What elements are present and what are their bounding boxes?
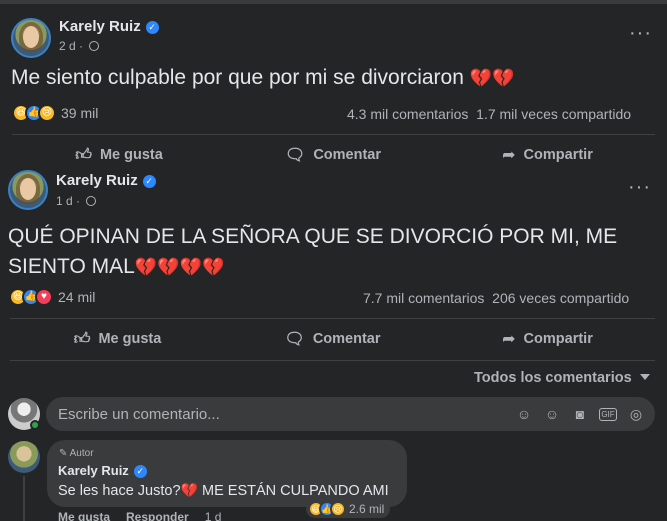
verified-badge-icon: ✓ bbox=[142, 175, 156, 188]
author-name[interactable]: Karely Ruiz ✓ bbox=[56, 172, 156, 189]
share-label: Compartir bbox=[523, 331, 593, 347]
post-stats: 7.7 mil comentarios 206 veces compartido bbox=[363, 290, 629, 306]
share-arrow-icon: ➦ bbox=[502, 147, 516, 164]
author-avatar[interactable] bbox=[11, 18, 51, 58]
sad-reaction-icon: 😢 bbox=[330, 501, 346, 517]
more-dots-icon[interactable]: ··· bbox=[629, 23, 652, 43]
comment-time[interactable]: 1 d bbox=[205, 510, 222, 521]
like-button[interactable]: 👍︎ Me gusta bbox=[12, 142, 226, 168]
more-dots-icon[interactable]: ··· bbox=[628, 177, 651, 197]
comment-input[interactable] bbox=[46, 397, 376, 431]
author-avatar[interactable] bbox=[8, 170, 48, 210]
globe-icon bbox=[86, 196, 97, 206]
broken-heart-emojis: 💔💔 bbox=[469, 68, 515, 88]
gif-icon[interactable]: GIF bbox=[599, 408, 617, 421]
post-actions: 👍︎ Me gusta 🗨︎ Comentar ➦ Compartir bbox=[10, 326, 655, 352]
share-arrow-icon: ➦ bbox=[502, 331, 516, 348]
post-1: Karely Ruiz ✓ 2 d · ··· Me siento culpabl… bbox=[0, 4, 667, 171]
comment-box-icons: ☺ ☺ ◙ GIF ◎ bbox=[515, 406, 645, 423]
love-reaction-icon: ♥ bbox=[35, 288, 53, 306]
commenter-name[interactable]: Karely Ruiz ✓ bbox=[58, 463, 147, 478]
post-actions: 👍︎ Me gusta 🗨︎ Comentar ➦ Compartir bbox=[12, 142, 655, 168]
emoji-icon[interactable]: ☺ bbox=[543, 406, 561, 423]
thread-line bbox=[23, 476, 25, 521]
author-name-text[interactable]: Karely Ruiz bbox=[59, 18, 141, 35]
verified-badge-icon: ✓ bbox=[133, 465, 147, 478]
speech-bubble-icon: 🗨︎ bbox=[285, 147, 306, 164]
comment-text-end: ME ESTÁN CULPANDO AMI bbox=[197, 483, 389, 499]
divider bbox=[10, 318, 655, 319]
divider bbox=[10, 360, 655, 361]
speech-bubble-icon: 🗨︎ bbox=[284, 331, 305, 348]
commenter-avatar[interactable] bbox=[8, 441, 40, 473]
comment-input-box: ☺ ☺ ◙ GIF ◎ bbox=[46, 397, 655, 431]
sticker-icon[interactable]: ◎ bbox=[627, 406, 645, 423]
comment-reply-button[interactable]: Responder bbox=[126, 510, 189, 521]
comments-count[interactable]: 7.7 mil comentarios bbox=[363, 290, 484, 306]
comment-text-start: Se les hace Justo? bbox=[58, 483, 181, 499]
comment-actions: Me gusta Responder 1 d bbox=[58, 510, 221, 521]
post-text-line-2-content: SIENTO MAL bbox=[8, 255, 135, 278]
reactions-summary[interactable]: 😆 👍 ♥ 24 mil bbox=[9, 288, 95, 306]
post-text: QUÉ OPINAN DE LA SEÑORA QUE SE DIVORCIÓ … bbox=[8, 222, 658, 282]
sort-label: Todos los comentarios bbox=[474, 370, 632, 386]
divider bbox=[12, 134, 655, 135]
thumbs-up-icon: 👍︎ bbox=[73, 330, 91, 348]
post-2: Karely Ruiz ✓ 1 d · ··· QUÉ OPINAN DE LA … bbox=[0, 170, 667, 360]
reactions-count[interactable]: 39 mil bbox=[61, 105, 98, 121]
comments-count[interactable]: 4.3 mil comentarios bbox=[347, 106, 468, 122]
camera-icon[interactable]: ◙ bbox=[571, 406, 589, 423]
author-badge-label: Autor bbox=[69, 448, 94, 459]
post-meta: 2 d · bbox=[59, 39, 100, 53]
chevron-down-icon bbox=[639, 374, 650, 380]
comment-like-button[interactable]: Me gusta bbox=[58, 510, 110, 521]
sad-reaction-icon: 😢 bbox=[38, 104, 56, 122]
shares-count[interactable]: 206 veces compartido bbox=[492, 290, 629, 306]
reactions-count[interactable]: 24 mil bbox=[58, 289, 95, 305]
comment-sort-dropdown[interactable]: Todos los comentarios bbox=[474, 370, 650, 386]
broken-heart-emoji: 💔 bbox=[180, 482, 198, 498]
commenter-name-text[interactable]: Karely Ruiz bbox=[58, 463, 129, 478]
comment-reactions[interactable]: 😆 👍 😢 2.6 mil bbox=[306, 500, 391, 518]
like-label: Me gusta bbox=[98, 331, 162, 347]
shares-count[interactable]: 1.7 mil veces compartido bbox=[476, 106, 631, 122]
pen-icon: ✎ bbox=[59, 448, 68, 459]
comment-button[interactable]: 🗨︎ Comentar bbox=[226, 142, 440, 168]
author-name[interactable]: Karely Ruiz ✓ bbox=[59, 18, 159, 35]
comment-text: Se les hace Justo?💔 ME ESTÁN CULPANDO AM… bbox=[58, 482, 389, 499]
share-button[interactable]: ➦ Compartir bbox=[440, 326, 655, 352]
post-text-content: Me siento culpable por que por mi se div… bbox=[11, 66, 464, 89]
comment-label: Comentar bbox=[313, 147, 381, 163]
post-time[interactable]: 2 d bbox=[59, 39, 76, 53]
comment-label: Comentar bbox=[312, 331, 381, 347]
comment-reactions-count: 2.6 mil bbox=[349, 502, 385, 516]
share-label: Compartir bbox=[523, 147, 593, 163]
avatar-sticker-icon[interactable]: ☺ bbox=[515, 406, 533, 423]
comment-button[interactable]: 🗨︎ Comentar bbox=[225, 326, 440, 352]
comments-section: Todos los comentarios ☺ ☺ ◙ GIF ◎ ✎ Auto… bbox=[0, 360, 667, 521]
globe-icon bbox=[89, 41, 100, 51]
comment-bubble: ✎ Autor Karely Ruiz ✓ Se les hace Justo?💔… bbox=[47, 440, 407, 507]
post-meta: 1 d · bbox=[56, 194, 97, 208]
author-name-text[interactable]: Karely Ruiz bbox=[56, 172, 138, 189]
broken-heart-emojis: 💔💔💔💔 bbox=[134, 257, 225, 277]
share-button[interactable]: ➦ Compartir bbox=[440, 142, 655, 168]
like-button[interactable]: 👍︎ Me gusta bbox=[10, 326, 225, 352]
post-text: Me siento culpable por que por mi se div… bbox=[11, 66, 515, 90]
reactions-summary[interactable]: 😆 👍 😢 39 mil bbox=[12, 104, 98, 122]
post-text-line-2: SIENTO MAL💔💔💔💔 bbox=[8, 252, 658, 282]
like-label: Me gusta bbox=[99, 147, 163, 163]
verified-badge-icon: ✓ bbox=[145, 21, 159, 34]
post-stats: 4.3 mil comentarios 1.7 mil veces compar… bbox=[347, 106, 631, 122]
author-badge: ✎ Autor bbox=[59, 448, 94, 459]
thumbs-up-icon: 👍︎ bbox=[75, 146, 92, 164]
post-time[interactable]: 1 d bbox=[56, 194, 73, 208]
online-status-icon bbox=[30, 420, 40, 430]
post-text-line-1: QUÉ OPINAN DE LA SEÑORA QUE SE DIVORCIÓ … bbox=[8, 225, 618, 248]
